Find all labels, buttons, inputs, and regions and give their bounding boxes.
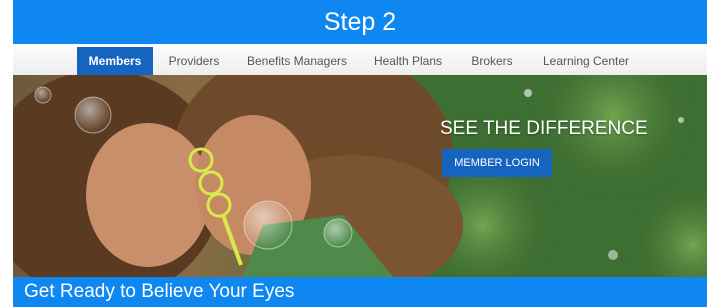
nav-item-brokers[interactable]: Brokers [464,47,520,75]
member-login-button[interactable]: MEMBER LOGIN [442,149,552,177]
nav-item-members[interactable]: Members [77,47,153,75]
nav-item-providers[interactable]: Providers [165,47,223,75]
hero-heading: SEE THE DIFFERENCE [440,118,648,139]
step-title: Step 2 [323,7,397,36]
nav-item-benefits-managers[interactable]: Benefits Managers [242,47,352,75]
hero-banner: SEE THE DIFFERENCE MEMBER LOGIN [13,75,707,277]
hero-image [13,75,707,277]
step-banner: Step 2 [13,0,707,44]
tagline-text: Get Ready to Believe Your Eyes [24,281,295,302]
nav-item-learning-center[interactable]: Learning Center [537,47,635,75]
nav-item-health-plans[interactable]: Health Plans [370,47,446,75]
page-frame: Step 2 Members Providers Benefits Manage… [0,0,707,307]
main-nav: Members Providers Benefits Managers Heal… [13,47,707,76]
tagline-bar: Get Ready to Believe Your Eyes [13,277,707,307]
